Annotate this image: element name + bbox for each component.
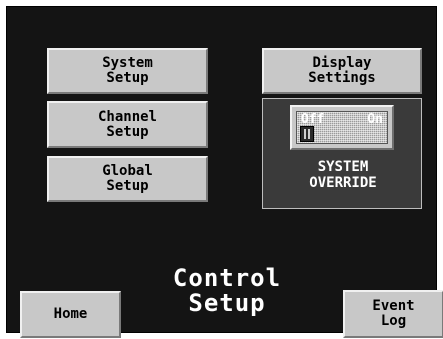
display-settings-button[interactable]: Display Settings: [262, 48, 422, 94]
system-override-toggle[interactable]: Off On: [290, 105, 394, 150]
toggle-off-label: Off: [301, 112, 325, 127]
system-setup-button[interactable]: System Setup: [47, 48, 208, 94]
toggle-handle-icon[interactable]: [300, 126, 314, 142]
channel-setup-button[interactable]: Channel Setup: [47, 101, 208, 148]
toggle-on-label: On: [367, 112, 383, 127]
global-setup-button[interactable]: Global Setup: [47, 156, 208, 202]
system-override-label: SYSTEM OVERRIDE: [309, 159, 377, 192]
page-title: Control Setup: [172, 264, 282, 318]
control-setup-screen: System Setup Channel Setup Global Setup …: [0, 0, 443, 339]
system-override-panel: Off On SYSTEM OVERRIDE: [262, 98, 422, 209]
main-panel: System Setup Channel Setup Global Setup …: [6, 6, 443, 338]
toggle-track: Off On: [296, 111, 388, 144]
event-log-button[interactable]: Event Log: [343, 290, 443, 338]
home-button[interactable]: Home: [20, 291, 121, 338]
